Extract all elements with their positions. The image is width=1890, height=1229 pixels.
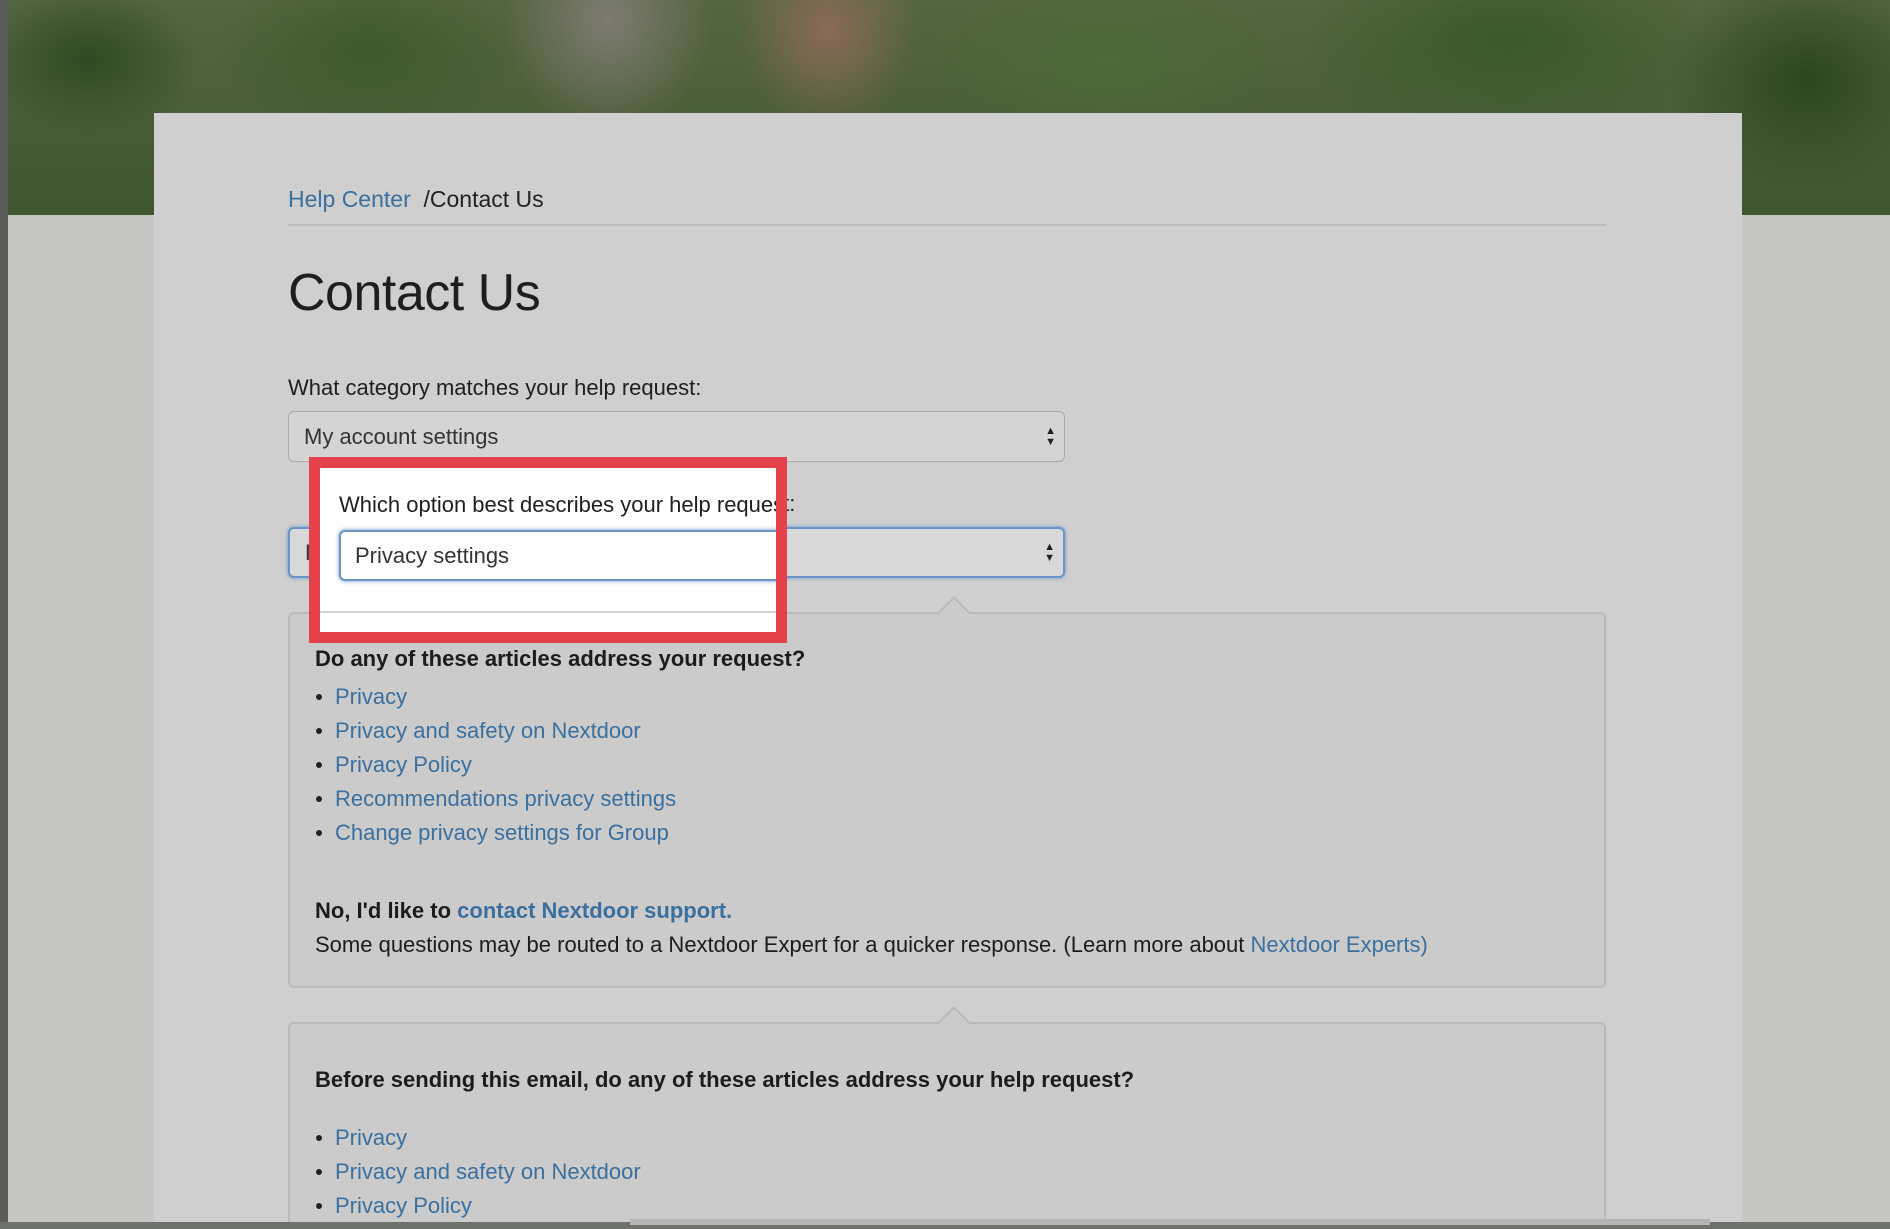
scroll-shadow	[630, 1219, 1710, 1225]
highlight-frame	[309, 457, 787, 643]
article-link[interactable]: Privacy	[335, 684, 407, 710]
contact-line: No, I'd like to contact Nextdoor support…	[315, 898, 732, 924]
panel-pointer	[937, 1006, 971, 1040]
category-select[interactable]: My account settings ▲ ▼	[288, 411, 1065, 462]
category-label: What category matches your help request:	[288, 375, 702, 400]
suggested-articles-list: Privacy Privacy and safety on Nextdoor P…	[315, 680, 676, 850]
before-sending-heading: Before sending this email, do any of the…	[315, 1067, 1135, 1092]
category-select-value: My account settings	[304, 423, 499, 449]
bullet-icon	[316, 796, 322, 802]
suggested-articles-heading: Do any of these articles address your re…	[315, 646, 806, 671]
up-down-caret-icon: ▲ ▼	[1044, 540, 1055, 564]
divider	[288, 224, 1606, 226]
bullet-icon	[316, 1169, 322, 1175]
list-item[interactable]: Privacy and safety on Nextdoor	[315, 1155, 641, 1189]
nextdoor-experts-link[interactable]: Nextdoor Experts)	[1251, 932, 1428, 957]
breadcrumb: Help Center /Contact Us	[288, 186, 544, 213]
list-item[interactable]: Change privacy settings for Group	[315, 816, 676, 850]
routed-text: Some questions may be routed to a Nextdo…	[315, 932, 1245, 957]
list-item[interactable]: Privacy	[315, 1121, 641, 1155]
article-link[interactable]: Privacy Policy	[335, 1193, 472, 1219]
bullet-icon	[316, 762, 322, 768]
bullet-icon	[316, 728, 322, 734]
article-link[interactable]: Privacy	[335, 1125, 407, 1151]
page-title: Contact Us	[288, 264, 541, 322]
article-link[interactable]: Privacy and safety on Nextdoor	[335, 718, 641, 744]
panel-pointer	[937, 596, 971, 630]
list-item[interactable]: Privacy	[315, 680, 676, 714]
list-item[interactable]: Recommendations privacy settings	[315, 782, 676, 816]
contact-support-link[interactable]: contact Nextdoor support.	[457, 898, 732, 923]
list-item[interactable]: Privacy Policy	[315, 748, 676, 782]
contact-prefix: No, I'd like to	[315, 898, 452, 923]
bullet-icon	[316, 830, 322, 836]
bullet-icon	[316, 1203, 322, 1209]
article-link[interactable]: Privacy and safety on Nextdoor	[335, 1159, 641, 1185]
list-item[interactable]: Privacy Policy	[315, 1189, 641, 1223]
before-sending-list: Privacy Privacy and safety on Nextdoor P…	[315, 1121, 641, 1223]
up-down-caret-icon: ▲ ▼	[1045, 424, 1056, 448]
bullet-icon	[316, 1135, 322, 1141]
article-link[interactable]: Change privacy settings for Group	[335, 820, 669, 846]
before-sending-panel: Before sending this email, do any of the…	[288, 1006, 1606, 1229]
list-item[interactable]: Privacy and safety on Nextdoor	[315, 714, 676, 748]
bullet-icon	[316, 694, 322, 700]
breadcrumb-current: Contact Us	[429, 186, 544, 212]
routed-note: Some questions may be routed to a Nextdo…	[315, 932, 1428, 958]
help-card: Help Center /Contact Us Contact Us What …	[154, 113, 1742, 1229]
window-edge	[0, 0, 8, 1229]
breadcrumb-help-center[interactable]: Help Center	[288, 186, 411, 212]
article-link[interactable]: Privacy Policy	[335, 752, 472, 778]
article-link[interactable]: Recommendations privacy settings	[335, 786, 676, 812]
suggested-articles-panel: Do any of these articles address your re…	[288, 596, 1606, 988]
